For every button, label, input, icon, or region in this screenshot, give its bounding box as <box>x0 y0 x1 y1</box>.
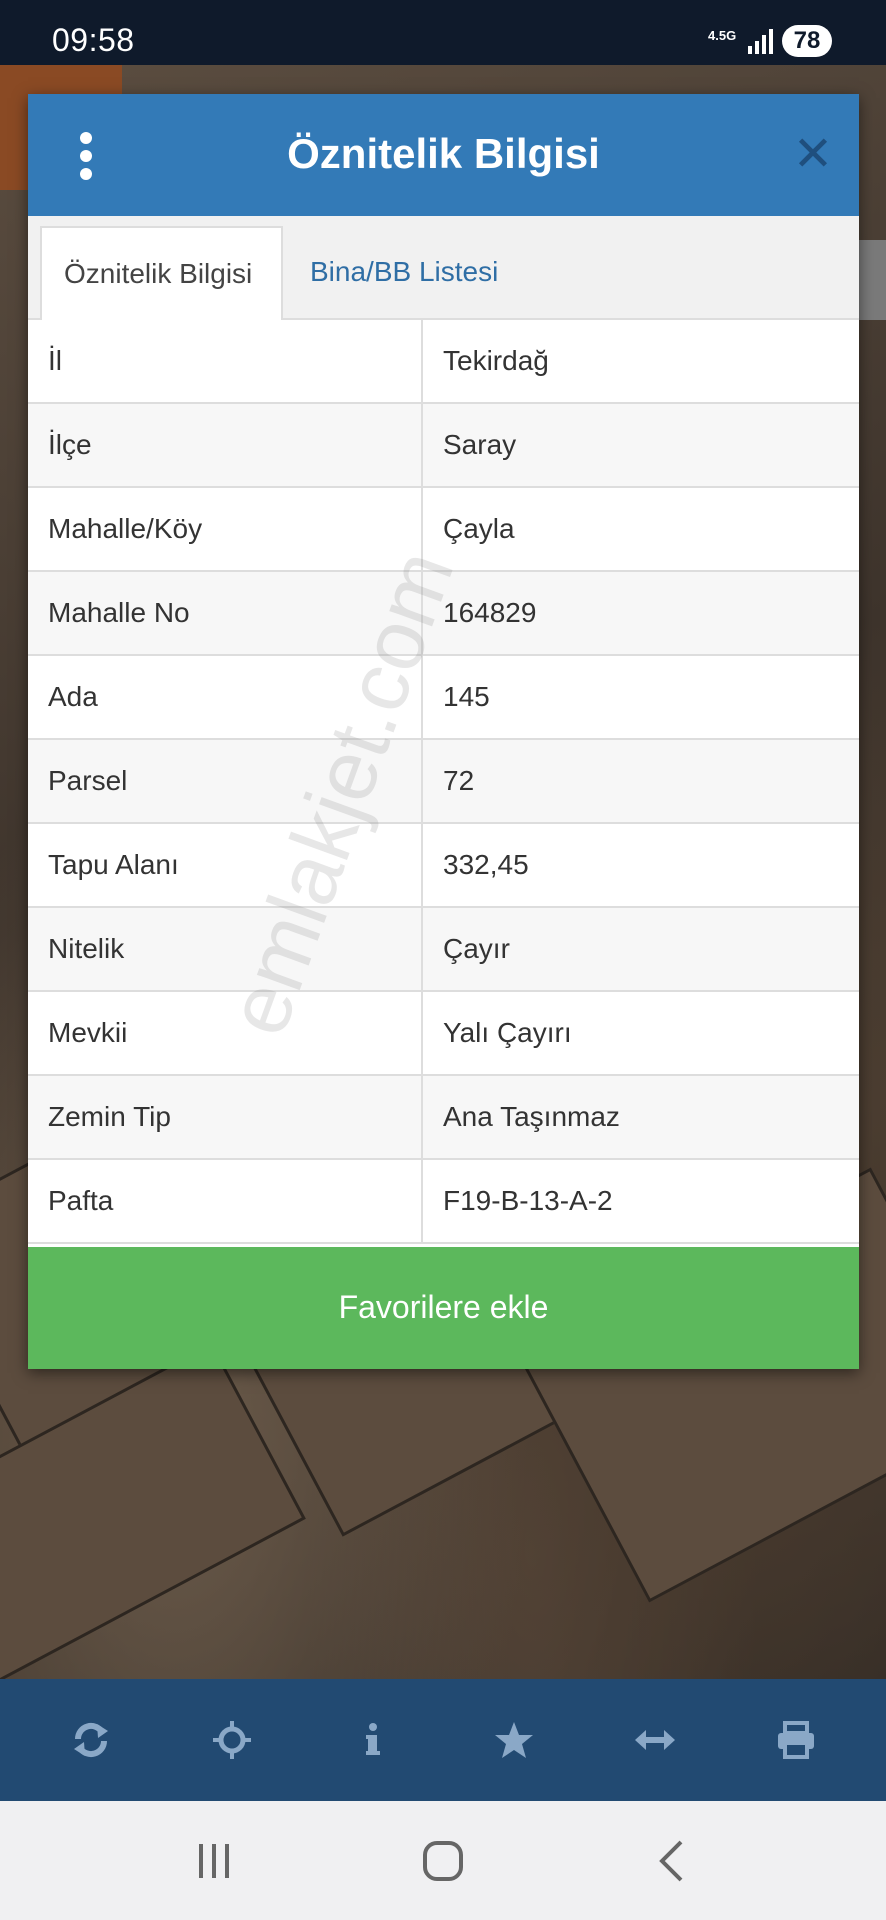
tab-attribute-info[interactable]: Öznitelik Bilgisi <box>40 226 283 322</box>
tab-bar: Öznitelik Bilgisi Bina/BB Listesi <box>28 216 859 322</box>
table-row: Tapu Alanı 332,45 <box>28 824 859 908</box>
row-value: 164829 <box>443 597 537 628</box>
attribute-table: İl Tekirdağ İlçe Saray Mahalle/Köy Çayla… <box>28 320 859 1244</box>
table-row: İl Tekirdağ <box>28 320 859 404</box>
table-row: Mahalle/Köy Çayla <box>28 488 859 572</box>
star-icon[interactable] <box>479 1705 549 1775</box>
dialog-title: Öznitelik Bilgisi <box>287 130 600 177</box>
row-key: Pafta <box>28 1160 423 1242</box>
locate-icon[interactable] <box>197 1705 267 1775</box>
row-value: 72 <box>443 765 475 796</box>
table-row: Pafta F19-B-13-A-2 <box>28 1160 859 1244</box>
home-icon[interactable] <box>403 1821 483 1901</box>
status-time: 09:58 <box>52 22 135 58</box>
row-value: 332,45 <box>443 849 529 880</box>
table-row: Parsel 72 <box>28 740 859 824</box>
row-key: Parsel <box>28 740 423 822</box>
table-row: Nitelik Çayır <box>28 908 859 992</box>
row-value: F19-B-13-A-2 <box>443 1185 613 1216</box>
row-value: Saray <box>443 429 517 460</box>
row-value: Yalı Çayırı <box>443 1017 572 1048</box>
row-value: 145 <box>443 681 490 712</box>
recent-apps-icon[interactable] <box>174 1821 254 1901</box>
back-icon[interactable] <box>632 1821 712 1901</box>
add-favorites-button[interactable]: Favorilere ekle <box>28 1247 859 1369</box>
close-icon[interactable]: ✕ <box>788 130 838 180</box>
system-nav-bar <box>0 1801 886 1920</box>
table-row: İlçe Saray <box>28 404 859 488</box>
map-toolbar <box>0 1679 886 1801</box>
row-value: Ana Taşınmaz <box>443 1101 620 1132</box>
table-row: Mahalle No 164829 <box>28 572 859 656</box>
status-bar: 09:58 4.5G 78 <box>0 0 886 65</box>
info-icon[interactable] <box>338 1705 408 1775</box>
network-type: 4.5G <box>708 28 737 43</box>
row-key: İlçe <box>28 404 423 486</box>
row-key: Zemin Tip <box>28 1076 423 1158</box>
table-row: Ada 145 <box>28 656 859 740</box>
row-key: Mahalle/Köy <box>28 488 423 570</box>
measure-icon[interactable] <box>620 1705 690 1775</box>
row-key: Ada <box>28 656 423 738</box>
table-row: Zemin Tip Ana Taşınmaz <box>28 1076 859 1160</box>
dialog-header: Öznitelik Bilgisi ✕ <box>28 94 859 216</box>
row-key: Mevkii <box>28 992 423 1074</box>
row-value: Tekirdağ <box>443 345 549 376</box>
row-value: Çayır <box>443 933 510 964</box>
row-key: Nitelik <box>28 908 423 990</box>
battery-indicator: 78 <box>782 25 832 57</box>
row-key: Mahalle No <box>28 572 423 654</box>
row-value: Çayla <box>443 513 515 544</box>
refresh-icon[interactable] <box>56 1705 126 1775</box>
row-key: Tapu Alanı <box>28 824 423 906</box>
signal-icon <box>748 29 773 54</box>
table-row: Mevkii Yalı Çayırı <box>28 992 859 1076</box>
row-key: İl <box>28 320 423 402</box>
map-scroll-handle <box>858 240 886 320</box>
tab-building-list[interactable]: Bina/BB Listesi <box>288 226 520 322</box>
attribute-dialog: Öznitelik Bilgisi ✕ Öznitelik Bilgisi Bi… <box>28 94 859 1369</box>
print-icon[interactable] <box>761 1705 831 1775</box>
